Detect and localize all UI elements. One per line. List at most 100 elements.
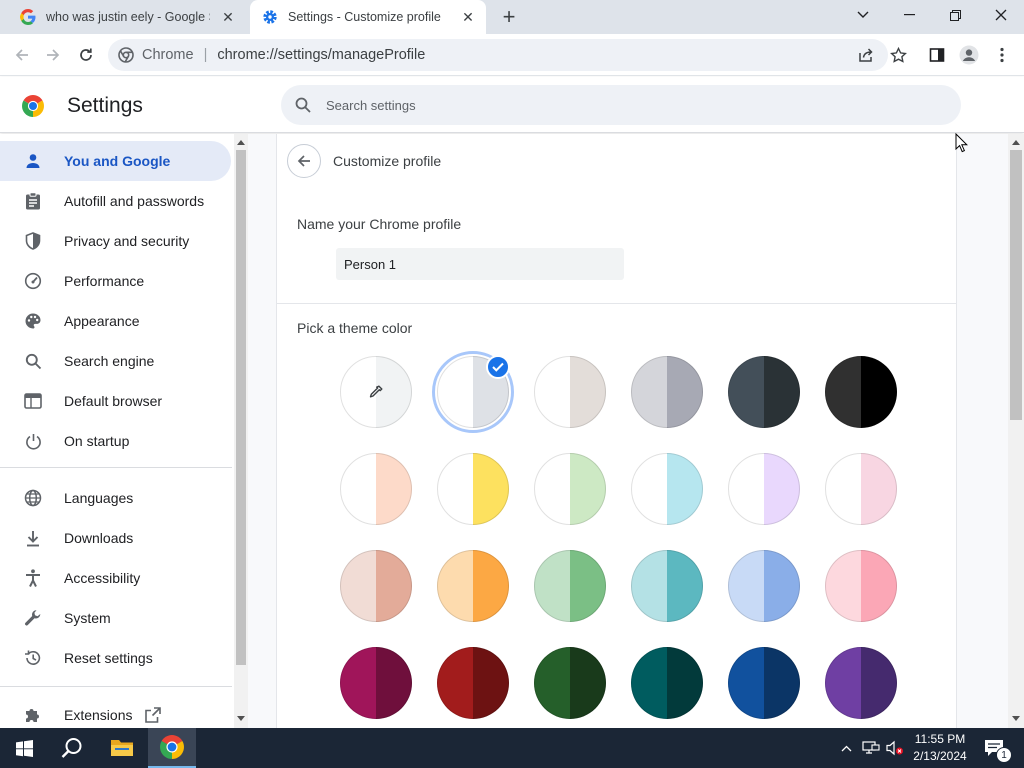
theme-color-swatch[interactable] bbox=[631, 550, 703, 622]
swatch-right-half bbox=[764, 550, 800, 622]
settings-header: Settings bbox=[0, 77, 1024, 133]
swatch-left-half bbox=[728, 453, 764, 525]
sidebar-item-you-and-google[interactable]: You and Google bbox=[0, 141, 231, 181]
theme-color-swatch[interactable] bbox=[631, 453, 703, 525]
swatch-left-half bbox=[825, 356, 861, 428]
swatch-right-half bbox=[473, 453, 509, 525]
side-panel-icon[interactable] bbox=[924, 42, 950, 68]
sidebar-item-extensions[interactable]: Extensions bbox=[0, 695, 231, 728]
theme-color-swatch[interactable] bbox=[437, 453, 509, 525]
search-icon bbox=[295, 97, 311, 113]
back-button[interactable] bbox=[287, 144, 321, 178]
browser-window-icon bbox=[23, 391, 43, 411]
sidebar-item-search-engine[interactable]: Search engine bbox=[0, 341, 231, 381]
close-window-icon[interactable] bbox=[978, 0, 1024, 30]
theme-color-swatch[interactable] bbox=[825, 453, 897, 525]
taskbar-clock[interactable]: 11:55 PM 2/13/2024 bbox=[908, 731, 972, 765]
volume-muted-icon[interactable] bbox=[884, 728, 906, 768]
back-arrow-icon[interactable] bbox=[9, 42, 35, 68]
windows-taskbar: 11:55 PM 2/13/2024 1 bbox=[0, 728, 1024, 768]
minimize-icon[interactable] bbox=[886, 0, 932, 30]
tab-settings[interactable]: Settings - Customize profile ✕ bbox=[250, 0, 486, 34]
theme-color-swatch[interactable] bbox=[437, 550, 509, 622]
theme-color-swatch[interactable] bbox=[825, 647, 897, 719]
person-icon bbox=[23, 151, 43, 171]
sidebar-item-autofill[interactable]: Autofill and passwords bbox=[0, 181, 231, 221]
network-icon[interactable] bbox=[860, 728, 882, 768]
theme-color-swatch[interactable] bbox=[825, 356, 897, 428]
page-title: Customize profile bbox=[333, 153, 442, 169]
new-tab-button[interactable]: + bbox=[498, 6, 520, 28]
close-tab-icon[interactable]: ✕ bbox=[458, 7, 478, 27]
theme-color-swatch[interactable] bbox=[534, 647, 606, 719]
notification-count: 1 bbox=[996, 747, 1012, 763]
menu-kebab-icon[interactable] bbox=[989, 42, 1015, 68]
restore-icon[interactable] bbox=[932, 0, 978, 30]
theme-color-swatch[interactable] bbox=[437, 647, 509, 719]
tray-overflow-chevron-icon[interactable] bbox=[836, 728, 856, 768]
theme-color-swatch[interactable] bbox=[728, 647, 800, 719]
omnibox-separator: | bbox=[203, 47, 208, 63]
theme-color-swatch[interactable] bbox=[728, 453, 800, 525]
settings-title: Settings bbox=[67, 94, 143, 117]
sidebar-item-label: You and Google bbox=[64, 153, 171, 169]
windows-start-icon[interactable] bbox=[0, 728, 48, 768]
browser-toolbar: Chrome | chrome://settings/manageProfile bbox=[0, 34, 1024, 76]
theme-color-swatch[interactable] bbox=[340, 550, 412, 622]
swatch-right-half bbox=[764, 356, 800, 428]
file-explorer-icon[interactable] bbox=[98, 728, 146, 768]
profile-avatar-icon[interactable] bbox=[956, 42, 982, 68]
sidebar-item-languages[interactable]: Languages bbox=[0, 478, 231, 518]
sidebar-item-reset-settings[interactable]: Reset settings bbox=[0, 638, 231, 678]
power-icon bbox=[23, 431, 43, 451]
tab-search-chevron-icon[interactable] bbox=[840, 0, 886, 30]
share-icon[interactable] bbox=[853, 42, 879, 68]
sidebar-item-privacy[interactable]: Privacy and security bbox=[0, 221, 231, 261]
swatch-right-half bbox=[861, 453, 897, 525]
theme-color-swatch[interactable] bbox=[340, 647, 412, 719]
sidebar-item-label: Extensions bbox=[64, 707, 133, 723]
sidebar-item-on-startup[interactable]: On startup bbox=[0, 421, 231, 461]
sidebar-item-default-browser[interactable]: Default browser bbox=[0, 381, 231, 421]
theme-color-swatch[interactable] bbox=[825, 550, 897, 622]
theme-color-swatch[interactable] bbox=[728, 550, 800, 622]
page-scrollbar-thumb[interactable] bbox=[1010, 150, 1022, 420]
theme-color-swatch[interactable] bbox=[534, 356, 606, 428]
theme-color-label: Pick a theme color bbox=[297, 320, 413, 336]
search-settings-input[interactable] bbox=[326, 97, 886, 113]
settings-sidebar: You and Google Autofill and passwords Pr… bbox=[0, 134, 234, 728]
sidebar-item-system[interactable]: System bbox=[0, 598, 231, 638]
theme-color-swatch[interactable] bbox=[534, 550, 606, 622]
puzzle-icon bbox=[23, 705, 43, 725]
taskbar-search-icon[interactable] bbox=[48, 728, 96, 768]
theme-color-swatch[interactable] bbox=[631, 356, 703, 428]
swatch-left-half bbox=[534, 550, 570, 622]
sidebar-item-label: Appearance bbox=[64, 313, 140, 329]
sidebar-scrollbar-thumb[interactable] bbox=[236, 150, 246, 665]
close-tab-icon[interactable]: ✕ bbox=[218, 7, 238, 27]
forward-arrow-icon[interactable] bbox=[40, 42, 66, 68]
tab-google-search[interactable]: who was justin eely - Google Search ✕ bbox=[8, 0, 246, 34]
sidebar-item-accessibility[interactable]: Accessibility bbox=[0, 558, 231, 598]
swatch-right-half bbox=[861, 550, 897, 622]
address-bar[interactable]: Chrome | chrome://settings/manageProfile bbox=[108, 39, 888, 71]
taskbar-chrome-icon[interactable] bbox=[148, 728, 196, 768]
swatch-right-half bbox=[861, 647, 897, 719]
sidebar-item-appearance[interactable]: Appearance bbox=[0, 301, 231, 341]
sidebar-item-performance[interactable]: Performance bbox=[0, 261, 231, 301]
bookmark-star-icon[interactable] bbox=[885, 42, 911, 68]
theme-color-swatch[interactable] bbox=[534, 453, 606, 525]
profile-name-input[interactable] bbox=[336, 248, 624, 280]
sidebar-item-label: Search engine bbox=[64, 353, 155, 369]
swatch-right-half bbox=[667, 356, 703, 428]
sidebar-item-downloads[interactable]: Downloads bbox=[0, 518, 231, 558]
reload-icon[interactable] bbox=[73, 42, 99, 68]
theme-color-swatch[interactable] bbox=[340, 453, 412, 525]
sidebar-item-label: Languages bbox=[64, 490, 134, 506]
search-settings-box[interactable] bbox=[281, 85, 961, 125]
notifications-icon[interactable]: 1 bbox=[980, 728, 1012, 768]
theme-color-swatch[interactable] bbox=[631, 647, 703, 719]
profile-name-label: Name your Chrome profile bbox=[297, 216, 462, 232]
theme-color-swatch[interactable] bbox=[728, 356, 800, 428]
swatch-left-half bbox=[631, 453, 667, 525]
